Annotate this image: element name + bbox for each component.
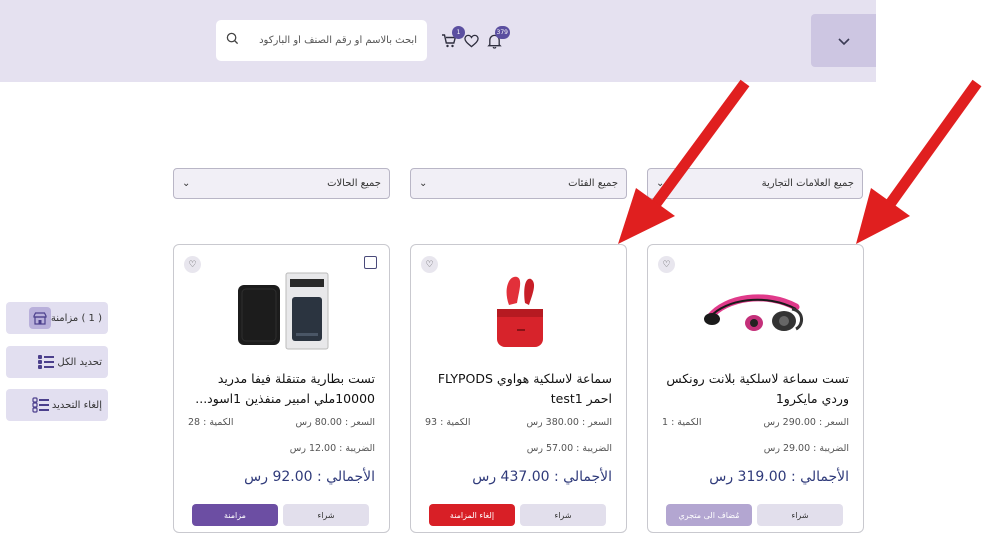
product-title[interactable]: سماعة لاسلكية هواوي FLYPODS احمر test1	[425, 369, 612, 409]
headphones-image	[703, 294, 803, 331]
chevron-down-icon	[837, 31, 850, 50]
product-card: ♡ سماعة لاسلكية هواوي FLYPODS احمر test1…	[410, 244, 627, 533]
category-filter-select[interactable]: جميع الفئات ⌄	[410, 168, 627, 199]
product-title[interactable]: تست سماعة لاسلكية بلانت رونكس وردي مايكر…	[662, 369, 849, 409]
product-total: الأجمالي : 92.00 رس	[244, 469, 375, 485]
store-icon	[28, 307, 51, 329]
sync-product-button[interactable]: مزامنة	[192, 504, 278, 526]
notifications-badge: 379	[494, 26, 510, 39]
select-all-label: تحديد الكل	[57, 356, 102, 368]
earbuds-image	[496, 276, 543, 347]
product-quantity: الكمية : 93	[425, 417, 471, 428]
added-to-store-button[interactable]: مُضاف الى متجري	[666, 504, 752, 526]
arrow-pointing-card-2	[618, 79, 750, 244]
bell-icon[interactable]: 379	[485, 26, 510, 50]
menu-dropdown-button[interactable]	[811, 14, 876, 67]
checklist-icon	[35, 351, 57, 373]
brand-filter-select[interactable]: جميع العلامات التجارية ⌄	[647, 168, 863, 199]
cancel-sync-button[interactable]: إلغاء المزامنة	[429, 504, 515, 526]
heart-icon[interactable]: ♡	[421, 256, 438, 273]
product-total: الأجمالي : 319.00 رس	[709, 469, 849, 485]
product-total: الأجمالي : 437.00 رس	[472, 469, 612, 485]
top-header: 1 379	[0, 0, 876, 82]
product-tax: الضريبة : 57.00 رس	[526, 443, 612, 454]
powerbank-image	[237, 272, 328, 350]
product-title[interactable]: تست بطارية متنقلة فيفا مدريد 10000ملي ام…	[188, 369, 375, 409]
product-quantity: الكمية : 1	[662, 417, 702, 428]
chevron-down-icon: ⌄	[419, 178, 428, 189]
sync-label: ( 1 ) مزامنة	[50, 312, 102, 324]
deselect-label: إلغاء التحديد	[51, 399, 102, 411]
search-icon	[226, 32, 239, 49]
heart-icon[interactable]	[462, 32, 480, 50]
product-price: السعر : 290.00 رس	[763, 417, 849, 428]
brand-filter-label: جميع العلامات التجارية	[761, 178, 854, 189]
list-icon	[30, 394, 52, 416]
deselect-button[interactable]: إلغاء التحديد	[6, 389, 108, 421]
search-box[interactable]	[216, 20, 427, 61]
cart-icon[interactable]: 1	[440, 26, 465, 50]
product-tax: الضريبة : 29.00 رس	[763, 443, 849, 454]
sync-button[interactable]: ( 1 ) مزامنة	[6, 302, 108, 334]
status-filter-select[interactable]: جميع الحالات ⌄	[173, 168, 390, 199]
chevron-down-icon: ⌄	[656, 178, 665, 189]
select-all-button[interactable]: تحديد الكل	[6, 346, 108, 378]
product-tax: الضريبة : 12.00 رس	[289, 443, 375, 454]
product-quantity: الكمية : 28	[188, 417, 234, 428]
search-input[interactable]	[239, 35, 417, 46]
status-filter-label: جميع الحالات	[327, 178, 381, 189]
heart-icon[interactable]: ♡	[658, 256, 675, 273]
select-checkbox[interactable]	[364, 256, 377, 269]
product-price: السعر : 380.00 رس	[526, 417, 612, 428]
product-card: ♡ تست بطارية متنقلة فيفا مدريد 10000ملي …	[173, 244, 390, 533]
buy-button[interactable]: شراء	[520, 504, 606, 526]
product-price: السعر : 80.00 رس	[295, 417, 376, 428]
buy-button[interactable]: شراء	[283, 504, 369, 526]
product-card: ♡ تست سماعة لاسلكية بلانت رونكس وردي ماي…	[647, 244, 864, 533]
buy-button[interactable]: شراء	[757, 504, 843, 526]
heart-icon[interactable]: ♡	[184, 256, 201, 273]
arrow-pointing-card-1	[856, 79, 982, 244]
chevron-down-icon: ⌄	[182, 178, 191, 189]
category-filter-label: جميع الفئات	[568, 178, 618, 189]
